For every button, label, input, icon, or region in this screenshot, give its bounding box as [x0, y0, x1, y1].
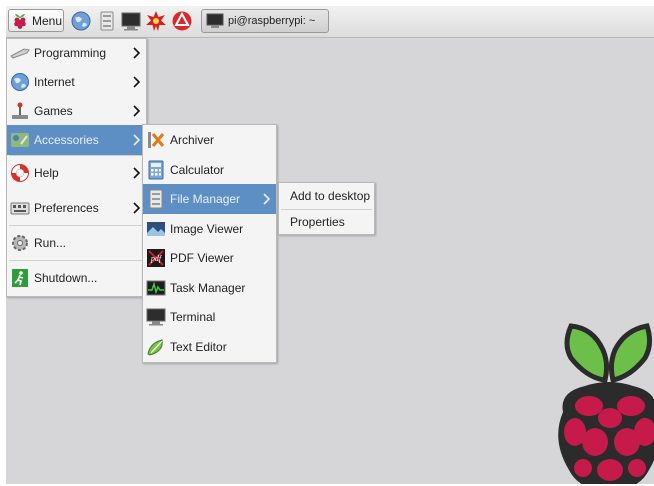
- menu-item-label: Games: [34, 103, 73, 118]
- games-icon: [12, 102, 28, 119]
- menu-item-label: Add to desktop: [290, 189, 371, 203]
- chevron-right-icon: [133, 47, 141, 59]
- menu-item-label: Archiver: [170, 133, 215, 147]
- shutdown-icon: [12, 269, 28, 287]
- raspberry-icon: [14, 13, 26, 29]
- lifebuoy-icon: [11, 164, 29, 182]
- menu-item-label: Shutdown...: [34, 271, 98, 285]
- mathematica-icon[interactable]: [145, 10, 167, 32]
- file-manager-icon: [149, 189, 163, 209]
- menu-item-label: Run...: [34, 236, 67, 250]
- menu-item-pdf-viewer[interactable]: pdf PDF Viewer: [143, 243, 276, 273]
- chevron-right-icon: [133, 167, 141, 179]
- file-manager-icon[interactable]: [96, 10, 118, 32]
- image-viewer-icon: [147, 221, 165, 236]
- wolfram-icon[interactable]: [171, 10, 193, 32]
- chevron-right-icon: [263, 193, 271, 205]
- menu-item-label: Calculator: [170, 162, 225, 177]
- menu-item-games[interactable]: Games: [7, 96, 146, 125]
- task-manager-icon: [146, 280, 166, 295]
- menu-button[interactable]: Menu: [8, 9, 64, 32]
- chevron-right-icon: [133, 75, 141, 88]
- menu-item-terminal[interactable]: Terminal: [143, 302, 276, 332]
- chevron-right-icon: [133, 201, 141, 214]
- menu-item-file-manager[interactable]: File Manager: [143, 184, 276, 214]
- terminal-icon[interactable]: [120, 10, 142, 32]
- web-browser-icon[interactable]: [70, 10, 92, 32]
- svg-text:pdf: pdf: [150, 254, 163, 263]
- main-menu: Programming Internet Games Accessories H…: [6, 38, 147, 297]
- menu-item-label: Preferences: [34, 200, 99, 215]
- run-icon: [12, 235, 28, 251]
- terminal-icon: [146, 308, 166, 326]
- menu-item-label: Task Manager: [170, 280, 246, 295]
- menu-item-label: Image Viewer: [170, 221, 244, 236]
- taskbar: Menu pi@raspberrypi: ~: [6, 6, 654, 38]
- text-editor-icon: [147, 338, 163, 356]
- menu-item-calculator[interactable]: Calculator: [143, 155, 276, 184]
- menu-item-label: Properties: [290, 215, 345, 229]
- menu-item-text-editor[interactable]: Text Editor: [143, 332, 276, 361]
- menu-item-label: Internet: [34, 74, 75, 89]
- accessories-submenu: Archiver Calculator File Manager Image V…: [142, 124, 277, 363]
- accessories-icon: [11, 133, 29, 147]
- taskbar-task-label: pi@raspberrypi: ~: [228, 15, 316, 27]
- menu-item-label: File Manager: [170, 192, 241, 206]
- menu-item-label: PDF Viewer: [170, 251, 234, 265]
- menu-item-shutdown[interactable]: Shutdown...: [7, 261, 146, 295]
- globe-icon: [11, 72, 29, 91]
- calculator-icon: [148, 160, 164, 179]
- menu-item-label: Terminal: [170, 310, 216, 324]
- archiver-icon: [148, 132, 165, 148]
- menu-button-label: Menu: [32, 13, 63, 28]
- taskbar-task-terminal[interactable]: pi@raspberrypi: ~: [201, 9, 329, 33]
- menu-item-help[interactable]: Help: [7, 156, 146, 190]
- menu-item-task-manager[interactable]: Task Manager: [143, 273, 276, 302]
- menu-item-programming[interactable]: Programming: [7, 39, 146, 67]
- menu-item-run[interactable]: Run...: [7, 226, 146, 260]
- preferences-icon: [10, 202, 30, 214]
- menu-item-accessories[interactable]: Accessories: [7, 125, 146, 155]
- menu-item-label: Help: [34, 166, 59, 180]
- programming-icon: [10, 48, 30, 59]
- menu-item-label: Text Editor: [170, 339, 227, 354]
- menu-item-label: Accessories: [34, 133, 99, 147]
- menu-item-image-viewer[interactable]: Image Viewer: [143, 214, 276, 243]
- chevron-right-icon: [133, 104, 141, 117]
- menu-item-properties[interactable]: Properties: [279, 210, 374, 234]
- chevron-right-icon: [133, 134, 141, 146]
- menu-item-add-to-desktop[interactable]: Add to desktop: [279, 183, 374, 209]
- raspberry-pi-logo: [558, 323, 654, 484]
- menu-item-preferences[interactable]: Preferences: [7, 190, 146, 225]
- pdf-icon: pdf: [147, 249, 165, 267]
- desktop[interactable]: Menu pi@raspberrypi: ~ Programming Inter…: [6, 6, 654, 484]
- menu-item-archiver[interactable]: Archiver: [143, 125, 276, 155]
- menu-item-label: Programming: [34, 46, 107, 60]
- terminal-icon: [206, 13, 224, 28]
- file-manager-context-menu: Add to desktop Properties: [278, 182, 375, 235]
- menu-item-internet[interactable]: Internet: [7, 67, 146, 96]
